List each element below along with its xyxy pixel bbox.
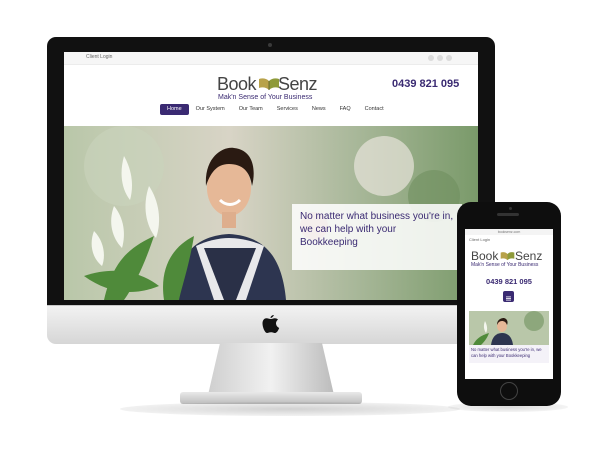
nav-news[interactable]: News <box>305 104 333 115</box>
nav-home[interactable]: Home <box>160 104 189 115</box>
iphone-speaker <box>497 213 519 216</box>
iphone-home-button[interactable] <box>500 382 518 400</box>
nav-faq[interactable]: FAQ <box>333 104 358 115</box>
main-navigation: Home Our System Our Team Services News F… <box>160 104 391 116</box>
logo-text-book: Book <box>217 74 257 94</box>
hero-banner: No matter what business you're in, we ca… <box>64 126 478 300</box>
top-bar: Client Login <box>64 52 478 65</box>
logo-tagline: Mak'n Sense of Your Business <box>218 94 313 101</box>
mobile-hero-caption: No matter what business you're in, we ca… <box>469 345 549 363</box>
mobile-logo-text-senz: Senz <box>515 249 543 263</box>
mobile-url-bar[interactable]: booksenz.com <box>465 229 553 235</box>
client-login-link[interactable]: Client Login <box>86 54 112 60</box>
mobile-logo-tagline: Mak'n Sense of Your Business <box>471 262 539 268</box>
logo-text-senz: Senz <box>278 74 318 94</box>
nav-our-team[interactable]: Our Team <box>232 104 270 115</box>
open-book-icon <box>500 252 515 261</box>
hamburger-menu-icon <box>506 296 511 301</box>
desktop-website-screen: Client Login Book Senz Mak'n Sense of Yo… <box>64 52 478 300</box>
hero-caption-text: No matter what business you're in, we ca… <box>300 211 454 248</box>
mobile-hero-photo <box>469 311 549 345</box>
iphone-shadow <box>448 402 568 412</box>
nav-contact[interactable]: Contact <box>358 104 391 115</box>
mobile-hero-caption-text: No matter what business you're in, we ca… <box>471 347 542 358</box>
apple-logo-icon <box>262 315 280 333</box>
mobile-menu-button[interactable] <box>503 291 514 302</box>
social-icon[interactable] <box>428 55 434 61</box>
mobile-website-screen: booksenz.com Client Login Book Senz Mak'… <box>465 229 553 379</box>
imac-shadow <box>120 402 460 416</box>
social-icon[interactable] <box>437 55 443 61</box>
mobile-logo-text-book: Book <box>471 249 499 263</box>
mobile-phone-number[interactable]: 0439 821 095 <box>465 277 553 286</box>
nav-services[interactable]: Services <box>270 104 305 115</box>
site-logo[interactable]: Book Senz Mak'n Sense of Your Business <box>214 74 334 101</box>
nav-our-system[interactable]: Our System <box>189 104 232 115</box>
hero-caption: No matter what business you're in, we ca… <box>292 204 462 270</box>
open-book-icon <box>259 78 279 90</box>
social-icon[interactable] <box>446 55 452 61</box>
mobile-client-login-link[interactable]: Client Login <box>469 237 490 242</box>
iphone-camera <box>509 207 512 210</box>
mobile-hero-image <box>469 311 549 345</box>
mobile-site-logo[interactable]: Book Senz Mak'n Sense of Your Business <box>471 249 551 269</box>
imac-camera <box>268 43 272 47</box>
header-phone-number[interactable]: 0439 821 095 <box>392 78 459 90</box>
imac-stand <box>208 343 334 395</box>
